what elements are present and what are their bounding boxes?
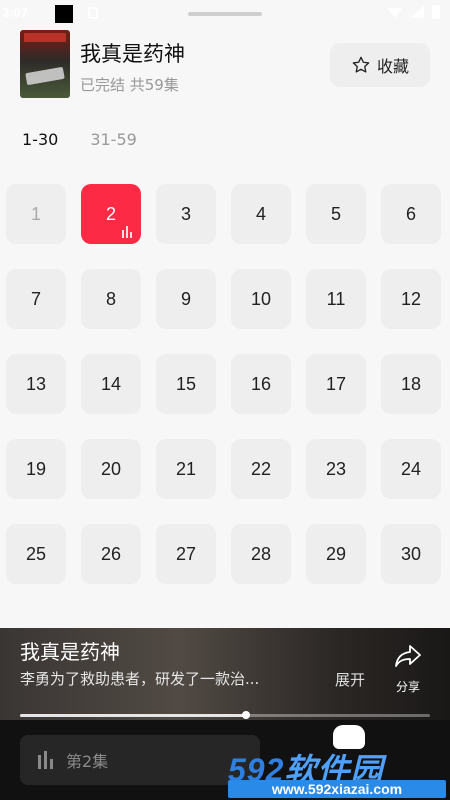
episode-item[interactable]: 2 bbox=[81, 184, 141, 244]
progress-fill bbox=[20, 714, 246, 717]
episode-number: 3 bbox=[180, 203, 191, 224]
episode-item[interactable]: 19 bbox=[6, 439, 66, 499]
episode-item[interactable]: 14 bbox=[81, 354, 141, 414]
episode-item[interactable]: 24 bbox=[381, 439, 441, 499]
episode-item[interactable]: 8 bbox=[81, 269, 141, 329]
episode-item[interactable]: 20 bbox=[81, 439, 141, 499]
favorite-label: 收藏 bbox=[376, 57, 409, 76]
episode-item[interactable]: 18 bbox=[381, 354, 441, 414]
episode-number: 7 bbox=[30, 288, 41, 309]
episode-number: 24 bbox=[400, 458, 422, 479]
playing-indicator-icon bbox=[122, 226, 133, 238]
episode-item[interactable]: 16 bbox=[231, 354, 291, 414]
episode-number: 1 bbox=[30, 203, 41, 224]
episode-item[interactable]: 23 bbox=[306, 439, 366, 499]
episode-number: 28 bbox=[250, 543, 272, 564]
episode-number: 18 bbox=[400, 373, 422, 394]
cover-art bbox=[25, 66, 65, 86]
battery-icon bbox=[432, 5, 440, 19]
episode-number: 23 bbox=[325, 458, 347, 479]
episode-item[interactable]: 5 bbox=[306, 184, 366, 244]
site-watermark: 592软件园 www.592xiazai.com bbox=[225, 725, 450, 800]
episode-item[interactable]: 27 bbox=[156, 524, 216, 584]
episode-number: 15 bbox=[175, 373, 197, 394]
episode-number: 5 bbox=[330, 203, 341, 224]
wifi-icon bbox=[388, 8, 402, 18]
episode-item[interactable]: 11 bbox=[306, 269, 366, 329]
episode-item[interactable]: 7 bbox=[6, 269, 66, 329]
video-player-overlay[interactable]: 我真是药神 李勇为了救助患者，研发了一款治... 展开 分享 bbox=[0, 628, 450, 720]
episode-item[interactable]: 1 bbox=[6, 184, 66, 244]
episode-number: 19 bbox=[25, 458, 47, 479]
playback-progress-bar[interactable] bbox=[20, 711, 430, 719]
status-bar: 3:07 bbox=[0, 0, 450, 28]
episode-grid: 1 2 3 4 5 6 7 8 9 10 11 12 13 14 15 16 17 18 19 20 21 22 23 24 2… bbox=[6, 184, 446, 584]
episode-item[interactable]: 15 bbox=[156, 354, 216, 414]
share-label: 分享 bbox=[395, 680, 420, 694]
episode-range-tabs: 1-30 31-59 bbox=[22, 130, 137, 149]
episode-number: 16 bbox=[250, 373, 272, 394]
status-time: 3:07 bbox=[2, 5, 29, 20]
episode-item[interactable]: 6 bbox=[381, 184, 441, 244]
share-arrow-icon bbox=[395, 645, 421, 667]
episode-number: 14 bbox=[100, 373, 122, 394]
episode-item[interactable]: 13 bbox=[6, 354, 66, 414]
range-tab[interactable]: 1-30 bbox=[22, 130, 58, 149]
episode-item[interactable]: 26 bbox=[81, 524, 141, 584]
cover-banner bbox=[24, 33, 66, 42]
notification-icon bbox=[55, 5, 73, 23]
expand-button[interactable]: 展开 bbox=[335, 669, 365, 690]
current-episode-label: 第2集 bbox=[66, 752, 109, 771]
star-icon bbox=[352, 56, 370, 73]
signal-icon bbox=[410, 6, 424, 18]
episode-number: 6 bbox=[405, 203, 416, 224]
player-description: 李勇为了救助患者，研发了一款治... bbox=[20, 670, 260, 688]
episode-selector-button[interactable]: 第2集 bbox=[20, 735, 260, 785]
episode-item[interactable]: 9 bbox=[156, 269, 216, 329]
favorite-button[interactable]: 收藏 bbox=[330, 43, 430, 87]
episode-item[interactable]: 17 bbox=[306, 354, 366, 414]
range-tab[interactable]: 31-59 bbox=[90, 130, 137, 149]
episode-number: 22 bbox=[250, 458, 272, 479]
episode-item[interactable]: 4 bbox=[231, 184, 291, 244]
episode-item[interactable]: 29 bbox=[306, 524, 366, 584]
share-button[interactable]: 分享 bbox=[388, 640, 428, 695]
episode-number: 4 bbox=[255, 203, 266, 224]
episode-number: 12 bbox=[400, 288, 422, 309]
episode-item[interactable]: 3 bbox=[156, 184, 216, 244]
watermark-url: www.592xiazai.com bbox=[228, 780, 446, 798]
sim-icon bbox=[88, 7, 98, 19]
episode-number: 8 bbox=[105, 288, 116, 309]
episode-number: 2 bbox=[105, 203, 116, 224]
episode-item[interactable]: 10 bbox=[231, 269, 291, 329]
drama-cover-image bbox=[20, 30, 70, 98]
episode-number: 21 bbox=[175, 458, 197, 479]
episode-number: 26 bbox=[100, 543, 122, 564]
episode-item[interactable]: 30 bbox=[381, 524, 441, 584]
episode-item[interactable]: 21 bbox=[156, 439, 216, 499]
episode-number: 13 bbox=[25, 373, 47, 394]
drama-title: 我真是药神 bbox=[80, 42, 185, 66]
episode-number: 20 bbox=[100, 458, 122, 479]
episode-item[interactable]: 12 bbox=[381, 269, 441, 329]
episode-number: 10 bbox=[250, 288, 272, 309]
episode-number: 9 bbox=[180, 288, 191, 309]
drama-status: 已完结 共59集 bbox=[80, 76, 179, 94]
episode-number: 27 bbox=[175, 543, 197, 564]
equalizer-bars-icon bbox=[38, 751, 56, 769]
episode-number: 25 bbox=[25, 543, 47, 564]
episode-number: 30 bbox=[400, 543, 422, 564]
player-title: 我真是药神 bbox=[20, 640, 120, 664]
episode-item[interactable]: 28 bbox=[231, 524, 291, 584]
episode-number: 29 bbox=[325, 543, 347, 564]
episode-item[interactable]: 25 bbox=[6, 524, 66, 584]
episode-item[interactable]: 22 bbox=[231, 439, 291, 499]
episode-number: 11 bbox=[326, 288, 346, 309]
episode-number: 17 bbox=[325, 373, 347, 394]
episode-sheet: 我真是药神 已完结 共59集 收藏 1-30 31-59 1 2 3 4 5 6 7 8 9 10 1… bbox=[0, 0, 450, 628]
progress-knob[interactable] bbox=[241, 711, 250, 719]
